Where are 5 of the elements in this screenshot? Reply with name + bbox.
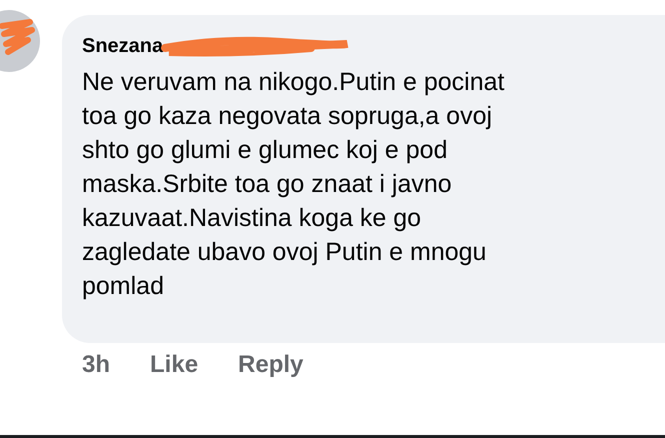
comment-action-link[interactable]: Reply [238,351,304,379]
comment-time[interactable]: 3h [82,351,110,379]
comment-action-link[interactable]: Like [150,351,198,379]
comment-text: Ne veruvam na nikogo.Putin e pocinat toa go kaza negovata sopruga,a ovoj shto go glumi e glumec koj e pod maska.Srbite toa go znaat i javno kazuvaat.Navistina koga ke go zagledate ubavo ovoj Putin e mnogu pomlad [82,67,506,302]
author-name[interactable]: Snezana [82,34,164,58]
